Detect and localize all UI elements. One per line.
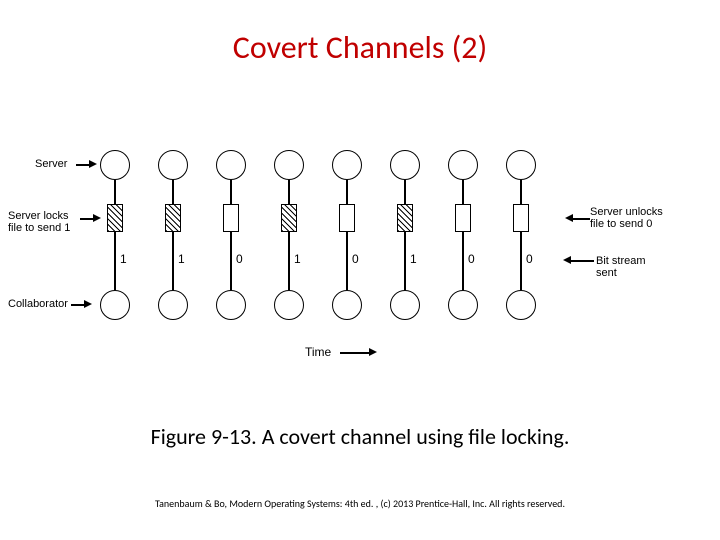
locked-rect xyxy=(397,204,413,232)
connector-line xyxy=(288,232,290,290)
bit-stream-label: Bit stream sent xyxy=(596,255,660,279)
unlocked-rect xyxy=(223,204,239,232)
collaborator-circle xyxy=(448,290,478,320)
arrow-server-head xyxy=(89,160,97,168)
arrow-collab xyxy=(71,304,85,306)
collaborator-circle xyxy=(216,290,246,320)
collaborator-circle xyxy=(274,290,304,320)
connector-line xyxy=(288,180,290,204)
bit-value: 1 xyxy=(120,252,127,266)
bit-value: 1 xyxy=(178,252,185,266)
time-arrow xyxy=(340,352,370,354)
locked-rect xyxy=(107,204,123,232)
arrow-bitstream-head xyxy=(563,256,571,264)
collaborator-circle xyxy=(100,290,130,320)
bit-value: 1 xyxy=(294,252,301,266)
unlocked-rect xyxy=(513,204,529,232)
collaborator-circle xyxy=(332,290,362,320)
arrow-locks xyxy=(80,218,94,220)
time-arrow-head xyxy=(369,348,377,356)
connector-line xyxy=(114,232,116,290)
time-label: Time xyxy=(305,345,331,359)
connector-line xyxy=(346,180,348,204)
connector-line xyxy=(520,232,522,290)
collaborator-circle xyxy=(390,290,420,320)
locked-rect xyxy=(281,204,297,232)
bit-value: 1 xyxy=(410,252,417,266)
server-circle xyxy=(100,150,130,180)
server-circle xyxy=(332,150,362,180)
connector-line xyxy=(346,232,348,290)
bit-value: 0 xyxy=(236,252,243,266)
connector-line xyxy=(172,180,174,204)
server-circle xyxy=(216,150,246,180)
server-circle xyxy=(274,150,304,180)
arrow-bitstream xyxy=(570,260,594,262)
covert-channel-diagram: Server Server locks file to send 1 Colla… xyxy=(60,150,660,360)
server-circle xyxy=(506,150,536,180)
connector-line xyxy=(230,180,232,204)
unlocked-rect xyxy=(339,204,355,232)
connector-line xyxy=(172,232,174,290)
connector-line xyxy=(114,180,116,204)
server-unlocks-label: Server unlocks file to send 0 xyxy=(590,206,663,230)
server-circle xyxy=(390,150,420,180)
bit-value: 0 xyxy=(468,252,475,266)
copyright-text: Tanenbaum & Bo, Modern Operating Systems… xyxy=(0,497,720,510)
connector-line xyxy=(404,180,406,204)
bit-value: 0 xyxy=(526,252,533,266)
arrow-server xyxy=(76,164,90,166)
server-locks-label: Server locks file to send 1 xyxy=(8,210,70,234)
connector-line xyxy=(404,232,406,290)
figure-caption: Figure 9-13. A covert channel using file… xyxy=(0,423,720,450)
bit-value: 0 xyxy=(352,252,359,266)
connector-line xyxy=(520,180,522,204)
arrow-unlock xyxy=(572,218,590,220)
connector-line xyxy=(462,232,464,290)
server-circle xyxy=(158,150,188,180)
arrow-collab-head xyxy=(84,300,92,308)
locked-rect xyxy=(165,204,181,232)
arrow-unlock-head xyxy=(565,214,573,222)
arrow-locks-head xyxy=(93,214,101,222)
server-label: Server xyxy=(35,158,67,170)
connector-line xyxy=(230,232,232,290)
unlocked-rect xyxy=(455,204,471,232)
collaborator-circle xyxy=(506,290,536,320)
connector-line xyxy=(462,180,464,204)
server-circle xyxy=(448,150,478,180)
collaborator-circle xyxy=(158,290,188,320)
collaborator-label: Collaborator xyxy=(8,298,68,310)
page-title: Covert Channels (2) xyxy=(0,0,720,67)
